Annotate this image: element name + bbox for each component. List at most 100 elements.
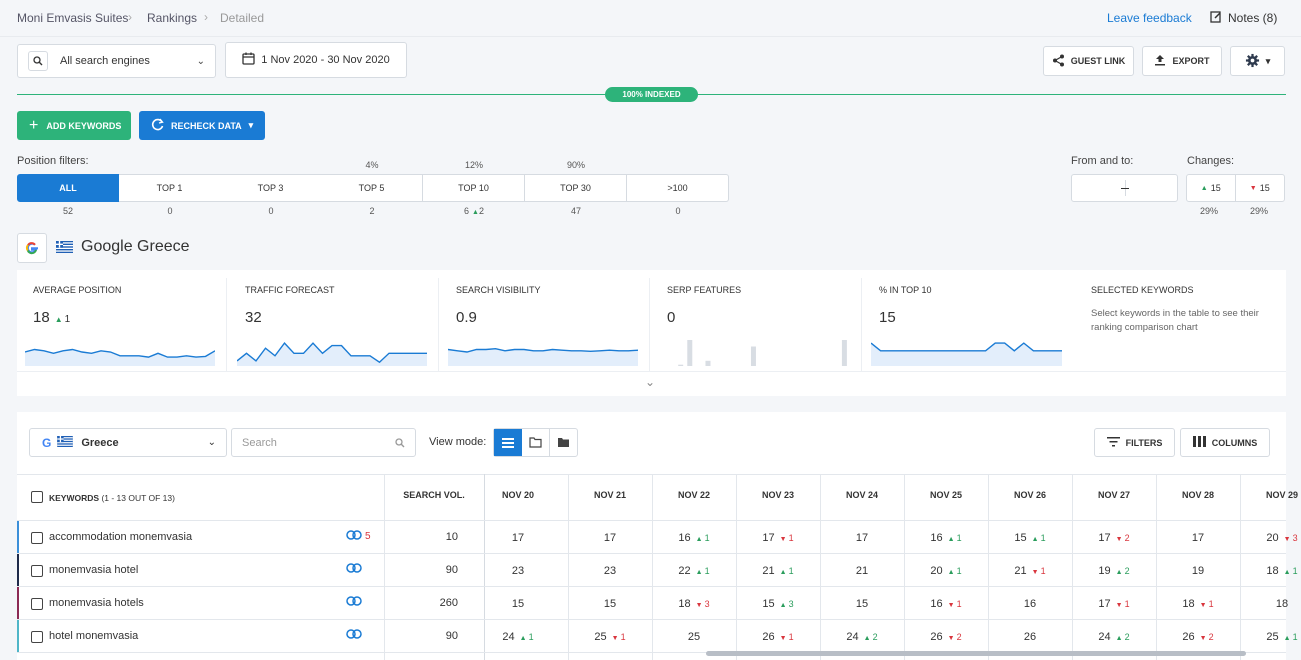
columns-button[interactable]: COLUMNS (1180, 428, 1270, 457)
position-cell: 17 (511, 532, 525, 544)
breadcrumb-current: Detailed (220, 11, 265, 25)
link-icon[interactable] (346, 628, 362, 642)
arrow-up-icon: ▲ (519, 635, 527, 642)
breadcrumb-rankings[interactable]: Rankings (147, 11, 197, 25)
breadcrumb-project[interactable]: Moni Emvasis Suites (17, 11, 128, 25)
row-divider (17, 586, 1286, 587)
keyword-name[interactable]: accommodation monemvasia (49, 531, 192, 543)
position-filter-all[interactable]: ALL (17, 174, 119, 202)
position-filter-top-1[interactable]: TOP 1 (119, 174, 221, 202)
arrow-up-icon: ▲ (947, 536, 955, 543)
position-cell: 26 ▼ 2 (930, 631, 962, 643)
position-cell: 25 ▼ 1 (594, 631, 626, 643)
metric-label: % IN TOP 10 (879, 285, 932, 295)
position-change: 1 (788, 632, 794, 642)
keyword-row-color-marker (17, 620, 19, 652)
position-cell: 20 ▼ 3 (1266, 532, 1298, 544)
position-filter--100[interactable]: >100 (627, 174, 729, 202)
settings-button[interactable]: ▾ (1230, 46, 1285, 76)
tag-folder-view-icon[interactable] (550, 429, 577, 456)
upload-icon (1154, 54, 1166, 68)
keyword-row-checkbox[interactable] (31, 565, 43, 577)
position-filter-count: 0 (167, 206, 173, 216)
keyword-row-checkbox[interactable] (31, 598, 43, 610)
add-keywords-label: ADD KEYWORDS (46, 120, 122, 131)
metric-sparkline (25, 348, 215, 366)
link-icon[interactable] (346, 595, 362, 609)
filters-button[interactable]: FILTERS (1094, 428, 1175, 457)
search-engine-select[interactable]: All search engines ⌄ (17, 44, 216, 78)
keyword-name[interactable]: monemvasia hotel (49, 564, 138, 576)
guest-link-button[interactable]: GUEST LINK (1043, 46, 1134, 76)
date-range-picker[interactable]: 1 Nov 2020 - 30 Nov 2020 (225, 42, 407, 78)
arrow-down-icon: ▼ (611, 635, 619, 642)
date-column-header[interactable]: NOV 22 (652, 490, 736, 500)
position-filter-top-3[interactable]: TOP 3 (220, 174, 322, 202)
leave-feedback-link[interactable]: Leave feedback (1107, 11, 1192, 25)
position-filter-top-5[interactable]: TOP 5 (321, 174, 423, 202)
expand-chevron-icon[interactable]: ⌄ (645, 375, 655, 389)
date-column-header[interactable]: NOV 20 (476, 490, 560, 500)
region-select[interactable]: G Greece ⌄ (29, 428, 227, 457)
changes-up-percent: 29% (1200, 206, 1219, 216)
metric-value: 0.9 (456, 309, 477, 326)
export-label: EXPORT (1172, 56, 1210, 66)
link-icon[interactable] (346, 562, 362, 576)
gear-icon (1245, 53, 1260, 70)
changes-up-filter[interactable]: ▲ 15 (1187, 175, 1236, 201)
position-cell: 24 ▲ 2 (1098, 631, 1130, 643)
folder-view-icon[interactable] (522, 429, 550, 456)
serp-bar (678, 364, 684, 366)
date-column-header[interactable]: NOV 27 (1072, 490, 1156, 500)
position-cell: 16 ▲ 1 (678, 532, 710, 544)
keyword-row-checkbox[interactable] (31, 532, 43, 544)
table-horizontal-scrollbar[interactable] (706, 651, 1246, 656)
position-cell: 17 ▼ 1 (1098, 598, 1130, 610)
link-icon[interactable] (346, 529, 362, 543)
date-column-header[interactable]: NOV 25 (904, 490, 988, 500)
position-change: 1 (704, 566, 710, 576)
metric-sparkline (871, 342, 1062, 366)
date-column-header[interactable]: NOV 29 (1240, 490, 1301, 500)
sparkline-area (25, 349, 215, 366)
date-column-header[interactable]: NOV 24 (820, 490, 904, 500)
position-filter-count: 52 (62, 206, 73, 216)
recheck-data-button[interactable]: RECHECK DATA ▾ (139, 111, 265, 140)
keyword-name[interactable]: hotel monemvasia (49, 630, 138, 642)
metric-delta: 1 (64, 314, 71, 325)
date-column-header[interactable]: NOV 26 (988, 490, 1072, 500)
arrow-down-icon: ▼ (1283, 536, 1291, 543)
arrow-up-icon: ▲ (1115, 635, 1123, 642)
from-to-range-input[interactable] (1071, 174, 1178, 202)
list-view-icon[interactable] (494, 429, 523, 456)
keyword-search-input[interactable]: Search (231, 428, 416, 457)
position-cell: 15 ▲ 3 (762, 598, 794, 610)
keyword-row-color-marker (17, 587, 19, 619)
position-filter-top-10[interactable]: TOP 10 (423, 174, 525, 202)
search-volume-header[interactable]: SEARCH VOL. (386, 490, 482, 500)
chevron-right-icon: › (128, 10, 132, 24)
columns-label: COLUMNS (1211, 437, 1258, 448)
export-button[interactable]: EXPORT (1142, 46, 1222, 76)
select-all-checkbox[interactable] (31, 491, 43, 503)
date-column-header[interactable]: NOV 23 (736, 490, 820, 500)
engine-title: Google Greece (81, 238, 190, 255)
metric-value: 32 (245, 309, 262, 326)
add-keywords-button[interactable]: + ADD KEYWORDS (17, 111, 131, 140)
date-column-header[interactable]: NOV 21 (568, 490, 652, 500)
position-cell: 21 ▲ 1 (762, 565, 794, 577)
notes-button[interactable]: Notes (8) (1202, 4, 1286, 32)
arrow-up-icon: ▲ (863, 635, 871, 642)
metric-label: AVERAGE POSITION (33, 285, 122, 295)
google-icon (17, 233, 47, 263)
arrow-down-icon: ▼ (1249, 184, 1257, 192)
keyword-row-checkbox[interactable] (31, 631, 43, 643)
keyword-name[interactable]: monemvasia hotels (49, 597, 144, 609)
position-cell: 15 (511, 598, 525, 610)
position-filter-top-30[interactable]: TOP 30 (525, 174, 627, 202)
metric-value: 15 (879, 309, 896, 326)
date-column-header[interactable]: NOV 28 (1156, 490, 1240, 500)
position-cell: 15 (603, 598, 617, 610)
changes-down-filter[interactable]: ▼ 15 (1236, 175, 1285, 201)
position-cell: 26 ▼ 1 (762, 631, 794, 643)
